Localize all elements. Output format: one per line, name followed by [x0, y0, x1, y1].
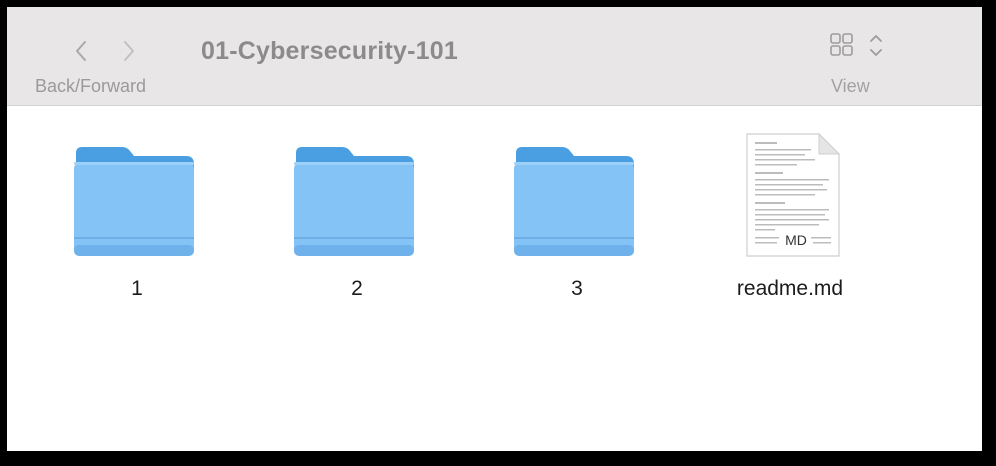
back-button[interactable]: [71, 37, 91, 65]
file-item-readme[interactable]: MD readme.md: [705, 106, 875, 336]
view-button[interactable]: [829, 31, 889, 66]
item-label: readme.md: [736, 277, 844, 300]
chevron-up-down-icon: [870, 35, 882, 56]
icon-grid-icon: [830, 33, 853, 56]
file-grid: 1 2 3 MD readme.md: [7, 106, 982, 451]
item-label: 2: [351, 277, 363, 300]
chevron-right-icon: [124, 41, 134, 61]
folder-item-1[interactable]: 1: [52, 106, 222, 336]
back-forward-label: Back/Forward: [35, 76, 147, 96]
folder-item-3[interactable]: 3: [492, 106, 662, 336]
markdown-file-icon: MD: [746, 132, 841, 257]
forward-button[interactable]: [119, 37, 139, 65]
item-label: 1: [131, 277, 143, 300]
folder-icon: [514, 147, 634, 256]
item-label: 3: [571, 277, 583, 300]
window-title: 01-Cybersecurity-101: [201, 37, 458, 65]
folder-item-2[interactable]: 2: [272, 106, 442, 336]
folder-icon: [294, 147, 414, 256]
view-label: View: [831, 76, 870, 96]
toolbar: Back/Forward 01-Cybersecurity-101 View: [7, 7, 982, 106]
file-type-badge: MD: [785, 232, 807, 248]
folder-icon: [74, 147, 194, 256]
chevron-left-icon: [76, 41, 86, 61]
finder-window: Back/Forward 01-Cybersecurity-101 View 1…: [7, 7, 982, 451]
